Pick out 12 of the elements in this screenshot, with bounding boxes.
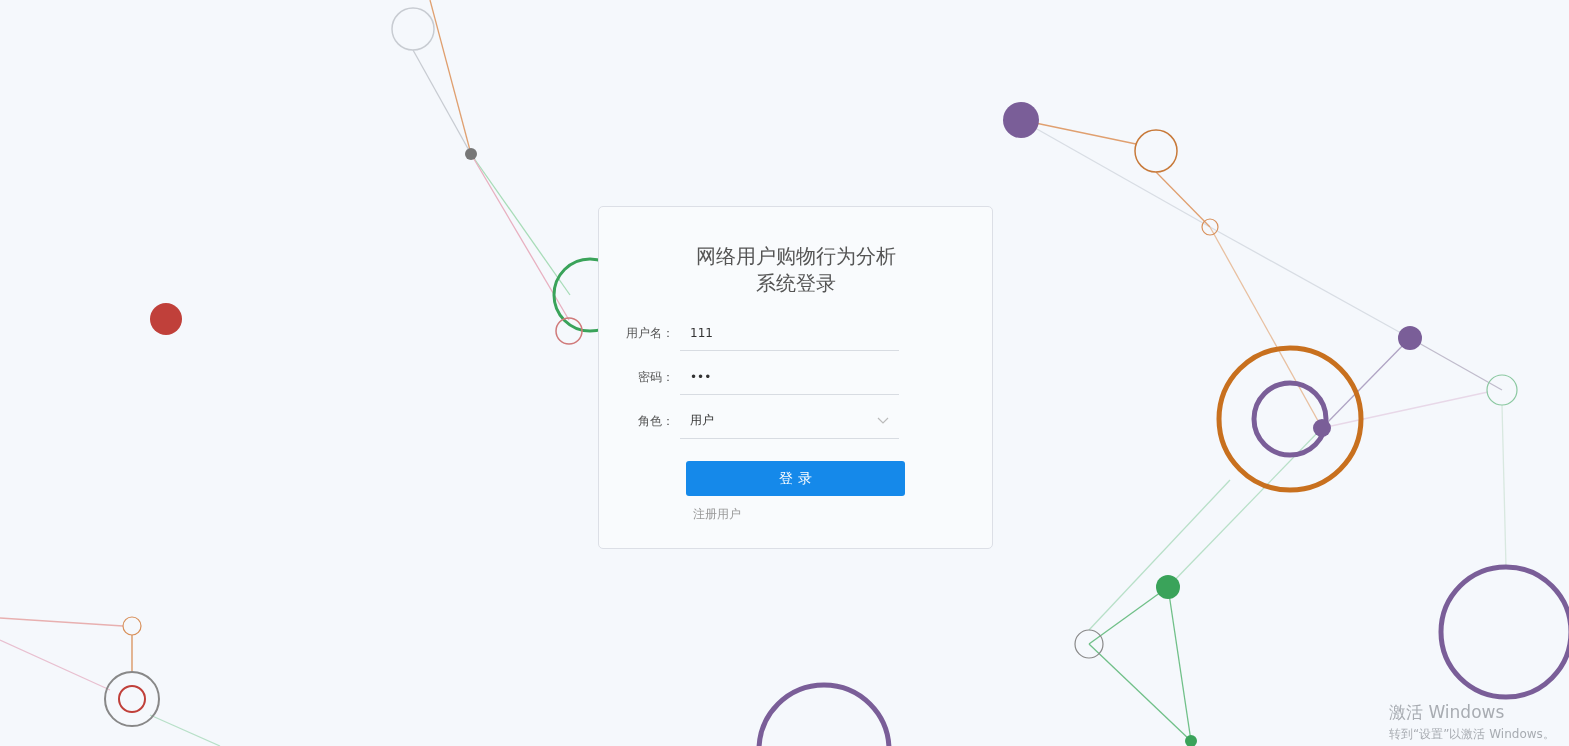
activation-text: 转到“设置”以激活 Windows。 <box>1389 726 1555 743</box>
field-label: 角色： <box>637 412 675 430</box>
login-button[interactable]: 登 录 <box>686 461 905 496</box>
role-select[interactable]: 用户 <box>680 403 899 439</box>
login-title: 网络用户购物行为分析 <box>695 243 896 270</box>
username-field[interactable]: 111 <box>680 315 899 351</box>
login-title: 系统登录 <box>755 270 836 297</box>
field-label: 密码： <box>637 368 675 386</box>
password-field[interactable]: ••• <box>680 359 899 395</box>
caret-icon <box>877 416 889 425</box>
field-label: 用户名： <box>625 324 675 342</box>
activation-title: 激活 Windows <box>1389 701 1506 724</box>
